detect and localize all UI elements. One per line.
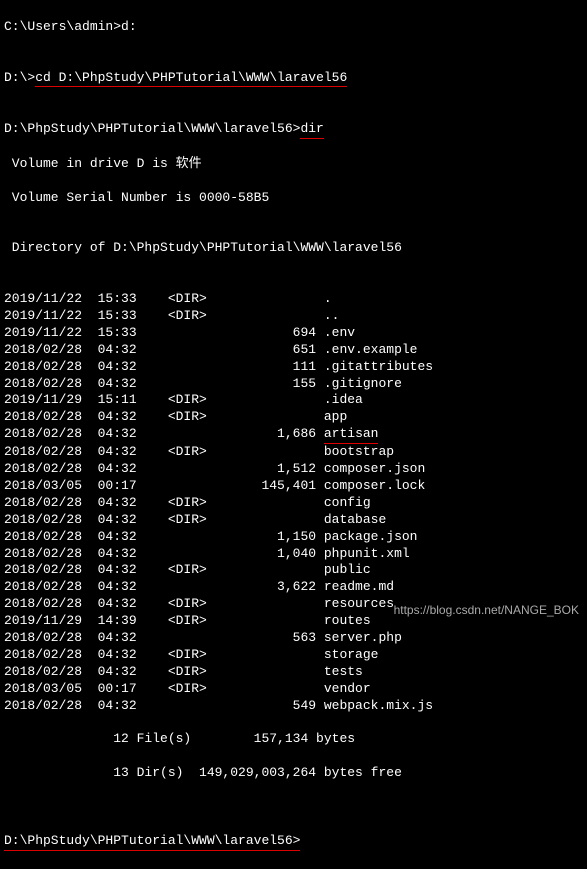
- listing-row: 2018/02/28 04:32 <DIR> bootstrap: [4, 444, 583, 461]
- listing-row: 2018/03/05 00:17 <DIR> vendor: [4, 681, 583, 698]
- listing-row: 2018/02/28 04:32 <DIR> config: [4, 495, 583, 512]
- listing-row: 2018/02/28 04:32 1,150 package.json: [4, 529, 583, 546]
- listing-row: 2019/11/22 15:33 <DIR> .: [4, 291, 583, 308]
- prompt-text: D:\>: [4, 70, 35, 85]
- prompt-text: D:\PhpStudy\PHPTutorial\WWW\laravel56>: [4, 121, 300, 136]
- blank-line: [4, 799, 583, 816]
- listing-row: 2018/02/28 04:32 <DIR> database: [4, 512, 583, 529]
- listing-row: 2018/02/28 04:32 1,512 composer.json: [4, 461, 583, 478]
- cd-command-line: D:\>cd D:\PhpStudy\PHPTutorial\WWW\larav…: [4, 70, 583, 88]
- listing-row: 2018/02/28 04:32 <DIR> tests: [4, 664, 583, 681]
- dir-command: dir: [300, 121, 323, 139]
- prompt-line: C:\Users\admin>d:: [4, 19, 583, 36]
- listing-row: 2018/02/28 04:32 651 .env.example: [4, 342, 583, 359]
- listing-row: 2018/02/28 04:32 3,622 readme.md: [4, 579, 583, 596]
- listing-row: 2018/02/28 04:32 549 webpack.mix.js: [4, 698, 583, 715]
- directory-listing: 2019/11/22 15:33 <DIR> .2019/11/22 15:33…: [4, 291, 583, 714]
- listing-row: 2018/02/28 04:32 1,040 phpunit.xml: [4, 546, 583, 563]
- cd-command: cd D:\PhpStudy\PHPTutorial\WWW\laravel56: [35, 70, 347, 88]
- listing-row: 2018/02/28 04:32 1,686 artisan: [4, 426, 583, 444]
- final-prompt: D:\PhpStudy\PHPTutorial\WWW\laravel56>: [4, 833, 300, 851]
- summary-dirs: 13 Dir(s) 149,029,003,264 bytes free: [4, 765, 583, 782]
- listing-row: 2018/02/28 04:32 <DIR> public: [4, 562, 583, 579]
- listing-row: 2019/11/22 15:33 <DIR> ..: [4, 308, 583, 325]
- watermark-text: https://blog.csdn.net/NANGE_BOK: [394, 603, 579, 619]
- directory-of: Directory of D:\PhpStudy\PHPTutorial\WWW…: [4, 240, 583, 257]
- final-prompt-line: D:\PhpStudy\PHPTutorial\WWW\laravel56>: [4, 833, 583, 851]
- listing-row: 2019/11/29 15:11 <DIR> .idea: [4, 392, 583, 409]
- terminal-output[interactable]: C:\Users\admin>d: D:\>cd D:\PhpStudy\PHP…: [0, 0, 587, 869]
- volume-label: Volume in drive D is 软件: [4, 156, 583, 173]
- listing-row: 2018/03/05 00:17 145,401 composer.lock: [4, 478, 583, 495]
- listing-row: 2019/11/22 15:33 694 .env: [4, 325, 583, 342]
- listing-row: 2018/02/28 04:32 <DIR> storage: [4, 647, 583, 664]
- listing-row: 2018/02/28 04:32 563 server.php: [4, 630, 583, 647]
- listing-row: 2018/02/28 04:32 111 .gitattributes: [4, 359, 583, 376]
- listing-row: 2018/02/28 04:32 <DIR> app: [4, 409, 583, 426]
- summary-files: 12 File(s) 157,134 bytes: [4, 731, 583, 748]
- listing-row: 2018/02/28 04:32 155 .gitignore: [4, 376, 583, 393]
- dir-command-line: D:\PhpStudy\PHPTutorial\WWW\laravel56>di…: [4, 121, 583, 139]
- highlighted-file: artisan: [324, 426, 379, 444]
- volume-serial: Volume Serial Number is 0000-58B5: [4, 190, 583, 207]
